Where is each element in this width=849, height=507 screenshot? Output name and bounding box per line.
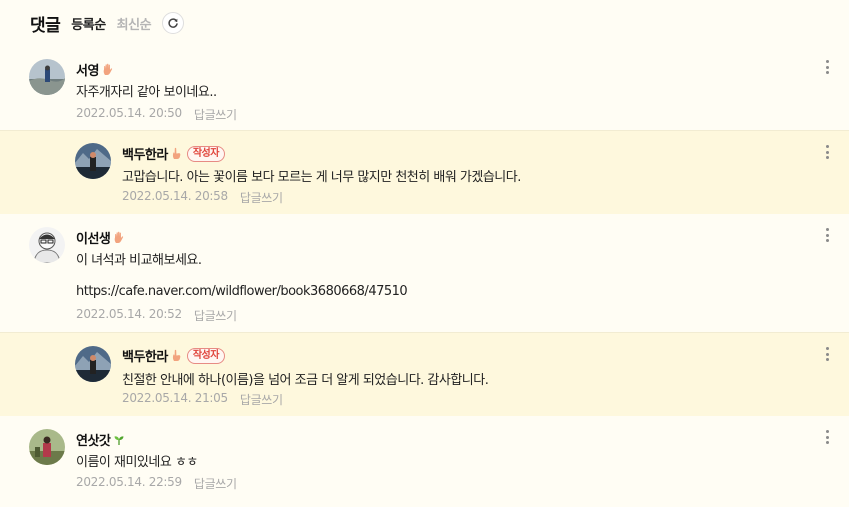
more-vertical-icon (825, 347, 829, 350)
comment-text: 고맙습니다. 아는 꽃이름 보다 모르는 게 너무 많지만 천천히 배워 가겠습… (122, 170, 521, 185)
comment-link[interactable]: https://cafe.naver.com/wildflower/book36… (76, 284, 408, 299)
refresh-button[interactable] (162, 12, 185, 34)
comment-date: 2022.05.14. 20:50 (76, 106, 182, 120)
comment-text: 자주개자리 같아 보이네요.. (76, 85, 217, 100)
avatar[interactable] (29, 227, 65, 263)
comment-header: 댓글 등록순 최신순 (30, 10, 185, 36)
comment-date: 2022.05.14. 20:58 (122, 189, 228, 203)
avatar[interactable] (29, 429, 65, 465)
reply-button[interactable]: 답글쓰기 (194, 307, 237, 324)
sprout-level-icon (114, 435, 124, 445)
more-vertical-icon (825, 430, 829, 433)
comment-meta: 2022.05.14. 20:58 답글쓰기 (122, 189, 283, 206)
comment-text: 이름이 재미있네요 ㅎㅎ (76, 455, 198, 470)
reply-item: 백두한라 작성자 친절한 안내에 하나(이름)을 넘어 조금 더 알게 되었습니… (0, 332, 849, 416)
comment-item: 연삿갓 이름이 재미있네요 ㅎㅎ 2022.05.14. 22:59 답글쓰기 (0, 416, 849, 507)
author-nickname[interactable]: 백두한라 (122, 346, 168, 365)
comment-author[interactable]: 연삿갓 (76, 430, 125, 449)
more-options-button[interactable] (822, 345, 832, 363)
hand-level-icon (115, 231, 124, 243)
more-vertical-icon (825, 145, 829, 148)
comment-item: 이선생 이 녀석과 비교해보세요. https://cafe.naver.com… (0, 214, 849, 332)
author-badge: 작성자 (186, 347, 225, 364)
author-nickname[interactable]: 서영 (76, 60, 99, 79)
author-nickname[interactable]: 연삿갓 (76, 430, 111, 449)
comment-meta: 2022.05.14. 21:05 답글쓰기 (122, 391, 283, 408)
comment-date: 2022.05.14. 20:52 (76, 307, 182, 321)
sort-by-latest[interactable]: 최신순 (117, 14, 152, 33)
avatar[interactable] (75, 143, 111, 179)
reply-button[interactable]: 답글쓰기 (194, 475, 237, 492)
more-vertical-icon (825, 228, 829, 231)
sort-by-registration[interactable]: 등록순 (71, 14, 106, 33)
comment-item: 서영 자주개자리 같아 보이네요.. 2022.05.14. 20:50 답글쓰… (0, 45, 849, 130)
author-badge: 작성자 (186, 145, 225, 162)
author-nickname[interactable]: 백두한라 (122, 144, 168, 163)
comment-meta: 2022.05.14. 20:52 답글쓰기 (76, 307, 237, 324)
author-nickname[interactable]: 이선생 (76, 228, 111, 247)
finger-level-icon (172, 349, 181, 361)
comment-author[interactable]: 백두한라 작성자 (122, 144, 225, 163)
more-options-button[interactable] (822, 226, 832, 244)
comment-date: 2022.05.14. 22:59 (76, 475, 182, 489)
more-options-button[interactable] (822, 58, 832, 76)
comment-text: 이 녀석과 비교해보세요. (76, 253, 202, 268)
comment-section-title: 댓글 (30, 15, 61, 36)
comment-date: 2022.05.14. 21:05 (122, 391, 228, 405)
refresh-icon (168, 18, 178, 28)
reply-item: 백두한라 작성자 고맙습니다. 아는 꽃이름 보다 모르는 게 너무 많지만 천… (0, 130, 849, 214)
comment-author[interactable]: 이선생 (76, 228, 125, 247)
reply-button[interactable]: 답글쓰기 (194, 106, 237, 123)
more-options-button[interactable] (822, 143, 832, 161)
more-options-button[interactable] (822, 428, 832, 446)
comment-author[interactable]: 백두한라 작성자 (122, 346, 225, 365)
more-vertical-icon (825, 60, 829, 63)
avatar[interactable] (75, 346, 111, 382)
comment-text: 친절한 안내에 하나(이름)을 넘어 조금 더 알게 되었습니다. 감사합니다. (122, 373, 489, 388)
comment-meta: 2022.05.14. 22:59 답글쓰기 (76, 475, 237, 492)
comment-meta: 2022.05.14. 20:50 답글쓰기 (76, 106, 237, 123)
comment-author[interactable]: 서영 (76, 60, 114, 79)
avatar[interactable] (29, 59, 65, 95)
finger-level-icon (172, 147, 181, 159)
hand-level-icon (103, 63, 113, 75)
reply-button[interactable]: 답글쓰기 (240, 391, 283, 408)
reply-button[interactable]: 답글쓰기 (240, 189, 283, 206)
